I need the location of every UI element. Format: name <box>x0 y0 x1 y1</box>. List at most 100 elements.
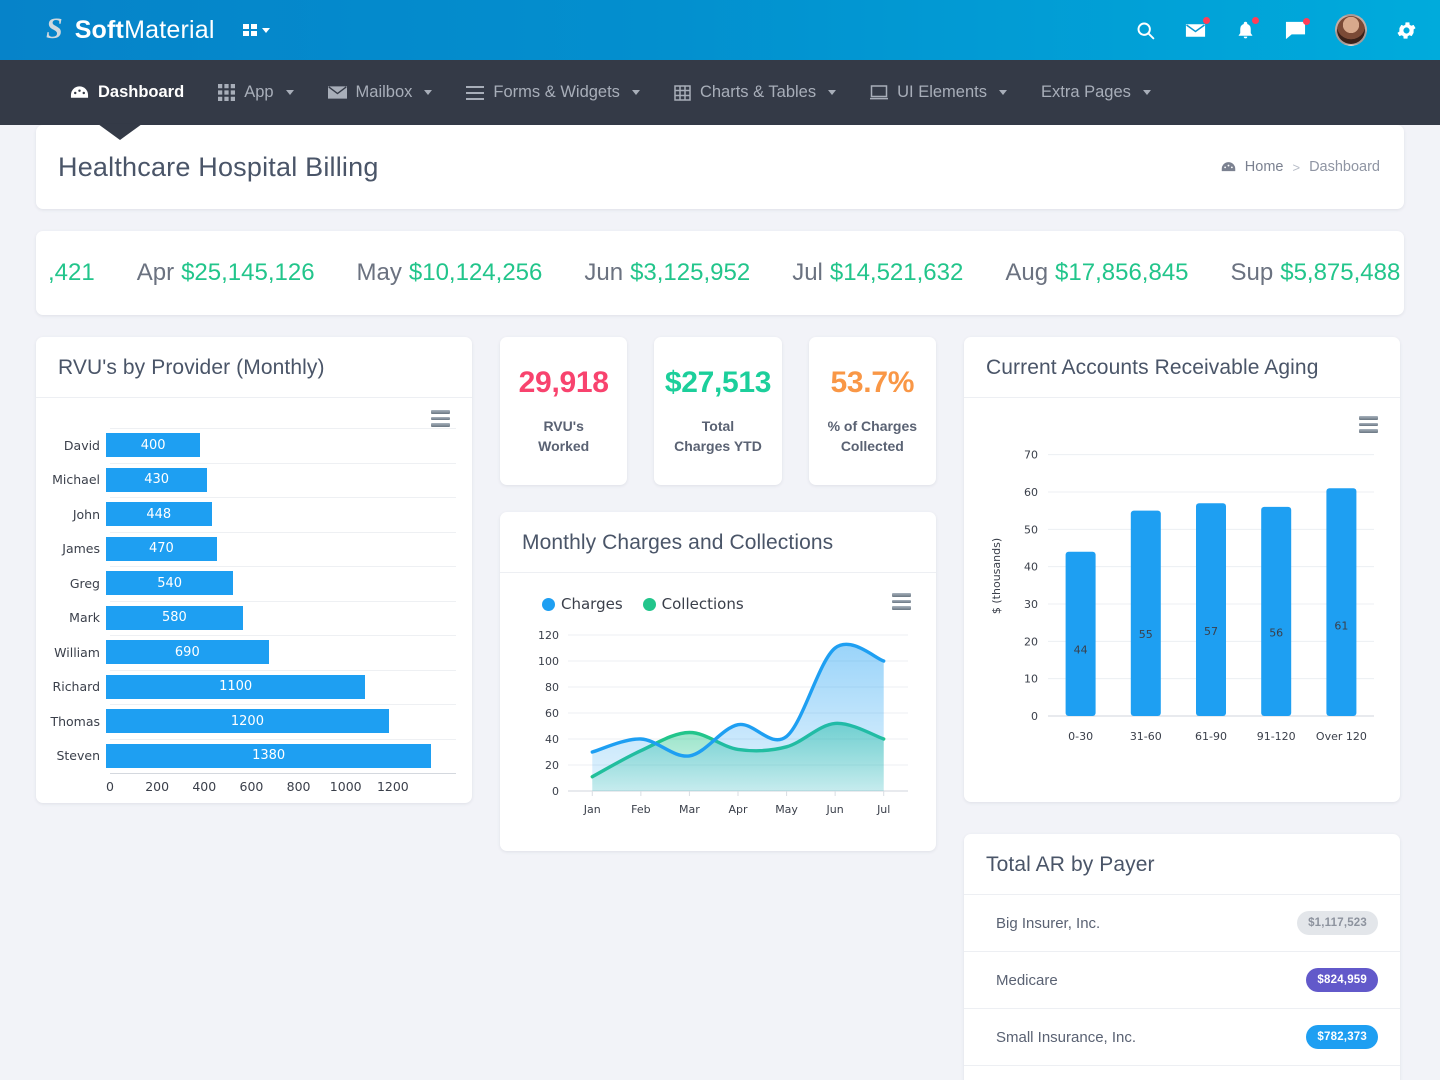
rvu-bar[interactable]: 400 <box>106 433 200 457</box>
kpi-value: 53.7% <box>831 366 915 400</box>
rvu-chart-body: David400Michael430John448James470Greg540… <box>36 398 472 803</box>
menu-export-icon[interactable] <box>892 593 911 610</box>
charges-collections-area-chart[interactable]: 020406080100120JanFebMarAprMayJunJul <box>516 613 920 839</box>
ar-aging-bar-chart[interactable]: 010203040506070$ (thousands)440-305531-6… <box>976 408 1388 788</box>
payer-name: Big Insurer, Inc. <box>996 915 1100 932</box>
legend-label-collections: Collections <box>662 595 744 613</box>
rvu-card-title: RVU's by Provider (Monthly) <box>36 337 472 398</box>
nav-label-mailbox: Mailbox <box>356 83 413 102</box>
rvu-bar-row[interactable]: William690 <box>44 635 460 670</box>
bell-icon[interactable] <box>1235 19 1256 42</box>
payer-row[interactable]: Small Insurance, Inc.$782,373 <box>964 1009 1400 1066</box>
charges-x-tick: Jul <box>876 803 890 816</box>
breadcrumb-separator: > <box>1292 160 1300 175</box>
payer-row[interactable]: Big Insurer, Inc.$1,117,523 <box>964 895 1400 952</box>
nav-item-dashboard[interactable]: Dashboard <box>58 75 196 110</box>
menu-export-icon[interactable] <box>1359 416 1378 433</box>
apps-grid-toggle-button[interactable] <box>243 24 270 36</box>
search-icon[interactable] <box>1135 20 1156 41</box>
nav-label-charts-tables: Charts & Tables <box>700 83 816 102</box>
gear-icon[interactable] <box>1395 19 1418 42</box>
charges-x-tick: Jun <box>826 803 844 816</box>
ticker-month: Jun <box>584 259 623 286</box>
avatar[interactable] <box>1335 14 1367 46</box>
rvu-bar-row[interactable]: Mark580 <box>44 601 460 636</box>
rvu-provider-label: John <box>44 507 106 522</box>
chevron-down-icon <box>262 28 270 33</box>
rvu-provider-label: Mark <box>44 610 106 625</box>
nav-item-ui-elements[interactable]: UI Elements <box>858 75 1019 110</box>
nav-item-extra-pages[interactable]: Extra Pages <box>1029 75 1163 110</box>
legend-item-charges[interactable]: Charges <box>542 595 623 613</box>
ticker-item-jul: Jul$14,521,632 <box>792 259 963 287</box>
list-icon <box>466 86 484 100</box>
rvu-x-tick: 1200 <box>377 779 409 794</box>
payer-row[interactable]: Little Insurer, LLC$752,133 <box>964 1066 1400 1080</box>
breadcrumb-home[interactable]: Home <box>1245 159 1284 175</box>
rvu-bar[interactable]: 1380 <box>106 744 431 768</box>
kpi-label-line1: RVU's <box>538 416 589 436</box>
ar-bar[interactable] <box>1066 552 1096 716</box>
rvu-bar[interactable]: 690 <box>106 640 269 664</box>
chevron-down-icon <box>1143 90 1151 95</box>
charges-x-tick: Apr <box>728 803 748 816</box>
ticker-value: $25,145,126 <box>181 259 314 286</box>
nav-item-forms-widgets[interactable]: Forms & Widgets <box>454 75 652 110</box>
payer-name: Small Insurance, Inc. <box>996 1029 1136 1046</box>
ar-y-tick: 10 <box>1024 673 1038 686</box>
ticker-value: $10,124,256 <box>409 259 542 286</box>
rvu-bar-row[interactable]: John448 <box>44 497 460 532</box>
rvu-bar[interactable]: 1100 <box>106 675 365 699</box>
charges-y-tick: 100 <box>538 655 559 668</box>
mail-icon[interactable] <box>1184 19 1207 42</box>
rvu-bar-row[interactable]: Michael430 <box>44 463 460 498</box>
menu-export-icon[interactable] <box>431 410 450 427</box>
rvu-x-tick: 600 <box>239 779 263 794</box>
rvu-x-tick: 0 <box>106 779 114 794</box>
rvu-bar-row[interactable]: Richard1100 <box>44 670 460 705</box>
rvu-bar[interactable]: 580 <box>106 606 243 630</box>
rvu-bar-row[interactable]: Greg540 <box>44 566 460 601</box>
ar-y-tick: 0 <box>1031 710 1038 723</box>
kpi-row: 29,918 RVU's Worked $27,513 Total Charge… <box>500 337 936 485</box>
rvu-bar[interactable]: 1200 <box>106 709 389 733</box>
rvu-bar[interactable]: 540 <box>106 571 233 595</box>
rvu-bar[interactable]: 430 <box>106 468 207 492</box>
chevron-down-icon <box>632 90 640 95</box>
brand-logo[interactable]: S SoftMaterial <box>46 15 215 45</box>
nav-label-extra-pages: Extra Pages <box>1041 83 1131 102</box>
rvu-by-provider-card: RVU's by Provider (Monthly) David400Mich… <box>36 337 472 803</box>
rvu-bar-row[interactable]: Steven1380 <box>44 739 460 774</box>
chat-icon[interactable] <box>1284 20 1307 41</box>
legend-dot-collections <box>643 598 656 611</box>
charges-card-title: Monthly Charges and Collections <box>500 512 936 573</box>
nav-item-charts-tables[interactable]: Charts & Tables <box>662 75 848 110</box>
ticker-value: $3,125,952 <box>630 259 750 286</box>
rvu-bar-row[interactable]: James470 <box>44 532 460 567</box>
charges-chart-body: Charges Collections 020406080100120JanFe… <box>500 573 936 851</box>
legend-item-collections[interactable]: Collections <box>643 595 744 613</box>
rvu-provider-label: Richard <box>44 679 106 694</box>
ar-aging-card: Current Accounts Receivable Aging 010203… <box>964 337 1400 802</box>
ar-y-tick: 70 <box>1024 449 1038 462</box>
ticker-month: Jul <box>792 259 823 286</box>
nav-label-ui-elements: UI Elements <box>897 83 987 102</box>
ar-x-tick: 91-120 <box>1257 730 1296 743</box>
ar-bar[interactable] <box>1326 488 1356 716</box>
payer-row[interactable]: Medicare$824,959 <box>964 952 1400 1009</box>
ar-x-tick: 61-90 <box>1195 730 1227 743</box>
kpi-label-line1: Total <box>674 416 762 436</box>
nav-item-mailbox[interactable]: Mailbox <box>316 75 445 110</box>
ar-bar-value: 44 <box>1074 644 1088 657</box>
nav-item-app[interactable]: App <box>206 75 305 110</box>
rvu-bar-row[interactable]: David400 <box>44 428 460 463</box>
ar-y-tick: 30 <box>1024 598 1038 611</box>
monitor-icon <box>870 85 888 100</box>
ar-bar[interactable] <box>1196 503 1226 716</box>
rvu-bar-row[interactable]: Thomas1200 <box>44 704 460 739</box>
ar-bar[interactable] <box>1131 511 1161 716</box>
rvu-bar[interactable]: 448 <box>106 502 212 526</box>
ar-bar[interactable] <box>1261 507 1291 716</box>
rvu-bar[interactable]: 470 <box>106 537 217 561</box>
rvu-provider-label: Michael <box>44 472 106 487</box>
